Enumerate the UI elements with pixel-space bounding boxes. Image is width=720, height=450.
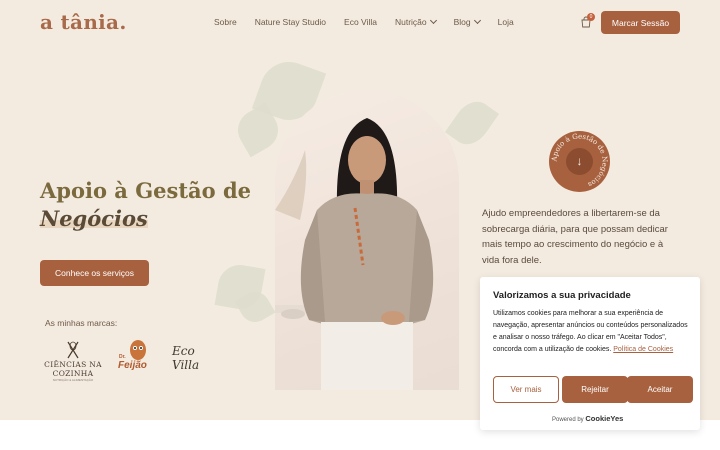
nav-label: Nature Stay Studio xyxy=(254,17,327,27)
nav-label: Nutrição xyxy=(394,17,427,27)
cookie-policy-link[interactable]: Política de Cookies xyxy=(613,346,673,353)
hero-portrait-photo xyxy=(275,90,459,390)
arrow-down-icon: ↓ xyxy=(566,148,593,175)
brand-logo-dr-feijao[interactable]: Dr. Feijão xyxy=(118,338,156,378)
brand-name: Feijão xyxy=(118,360,147,371)
hero-description: Ajudo empreendedores a libertarem-se da … xyxy=(482,208,668,266)
book-session-button[interactable]: Marcar Sessão xyxy=(601,11,680,34)
nav-label: Loja xyxy=(497,17,514,27)
cookie-more-button[interactable]: Ver mais xyxy=(493,376,559,403)
hero-title-emphasis: Negócios xyxy=(40,206,148,231)
powered-by: Powered by CookieYes xyxy=(552,414,623,423)
brand-name-line2: Villa xyxy=(172,358,200,372)
cookie-description: Utilizamos cookies para melhorar a sua e… xyxy=(493,308,689,356)
nav-item-sobre[interactable]: Sobre xyxy=(214,17,237,27)
hero-title: Apoio à Gestão de Negócios xyxy=(40,177,251,233)
portrait-illustration xyxy=(275,118,434,390)
brand-logo-ciencias-na-cozinha[interactable]: CIÊNCIAS NA COZINHA NUTRIÇÃO & ALIMENTAÇ… xyxy=(44,338,102,386)
nav-item-eco-villa[interactable]: Eco Villa xyxy=(344,17,377,27)
scroll-down-badge[interactable]: Apoio à Gestão de Negócios ↓ xyxy=(549,131,610,192)
cart-count-badge: 0 xyxy=(587,13,595,21)
brand-name-line1: Eco xyxy=(172,344,195,358)
brands-label: As minhas marcas: xyxy=(45,318,118,328)
cookie-accept-button[interactable]: Aceitar xyxy=(627,376,693,403)
decorative-leaf xyxy=(444,94,500,152)
chevron-down-icon xyxy=(473,16,481,25)
powered-prefix: Powered by xyxy=(552,417,584,423)
brand-name: CIÊNCIAS NA COZINHA xyxy=(44,360,102,378)
nav-item-blog[interactable]: Blog xyxy=(453,16,481,27)
nav-item-nature-stay-studio[interactable]: Nature Stay Studio xyxy=(255,17,326,27)
nav-item-loja[interactable]: Loja xyxy=(498,17,514,27)
chevron-down-icon xyxy=(429,16,437,25)
site-logo[interactable]: a tânia. xyxy=(40,10,127,34)
brand-subtitle: NUTRIÇÃO & ALIMENTAÇÃO xyxy=(52,378,94,382)
nav-label: Eco Villa xyxy=(344,17,377,27)
bean-mascot-icon xyxy=(130,340,146,360)
nav-label: Blog xyxy=(453,17,471,27)
nav-item-nutricao[interactable]: Nutrição xyxy=(394,16,437,27)
brand-logo-eco-villa[interactable]: Eco Villa xyxy=(172,344,199,372)
hero-title-line1: Apoio à Gestão de xyxy=(40,178,251,203)
cookieyes-logo[interactable]: CookieYes xyxy=(585,414,623,423)
services-button[interactable]: Conhece os serviços xyxy=(40,260,149,286)
cookie-title: Valorizamos a sua privacidade xyxy=(493,290,631,301)
cookie-consent-banner: Valorizamos a sua privacidade Utilizamos… xyxy=(480,277,700,430)
nav-label: Sobre xyxy=(214,17,237,27)
cookie-reject-button[interactable]: Rejeitar xyxy=(562,376,628,403)
main-nav: Sobre Nature Stay Studio Eco Villa Nutri… xyxy=(214,16,532,27)
site-header: a tânia. Sobre Nature Stay Studio Eco Vi… xyxy=(0,0,720,46)
whisk-icon xyxy=(67,341,79,359)
